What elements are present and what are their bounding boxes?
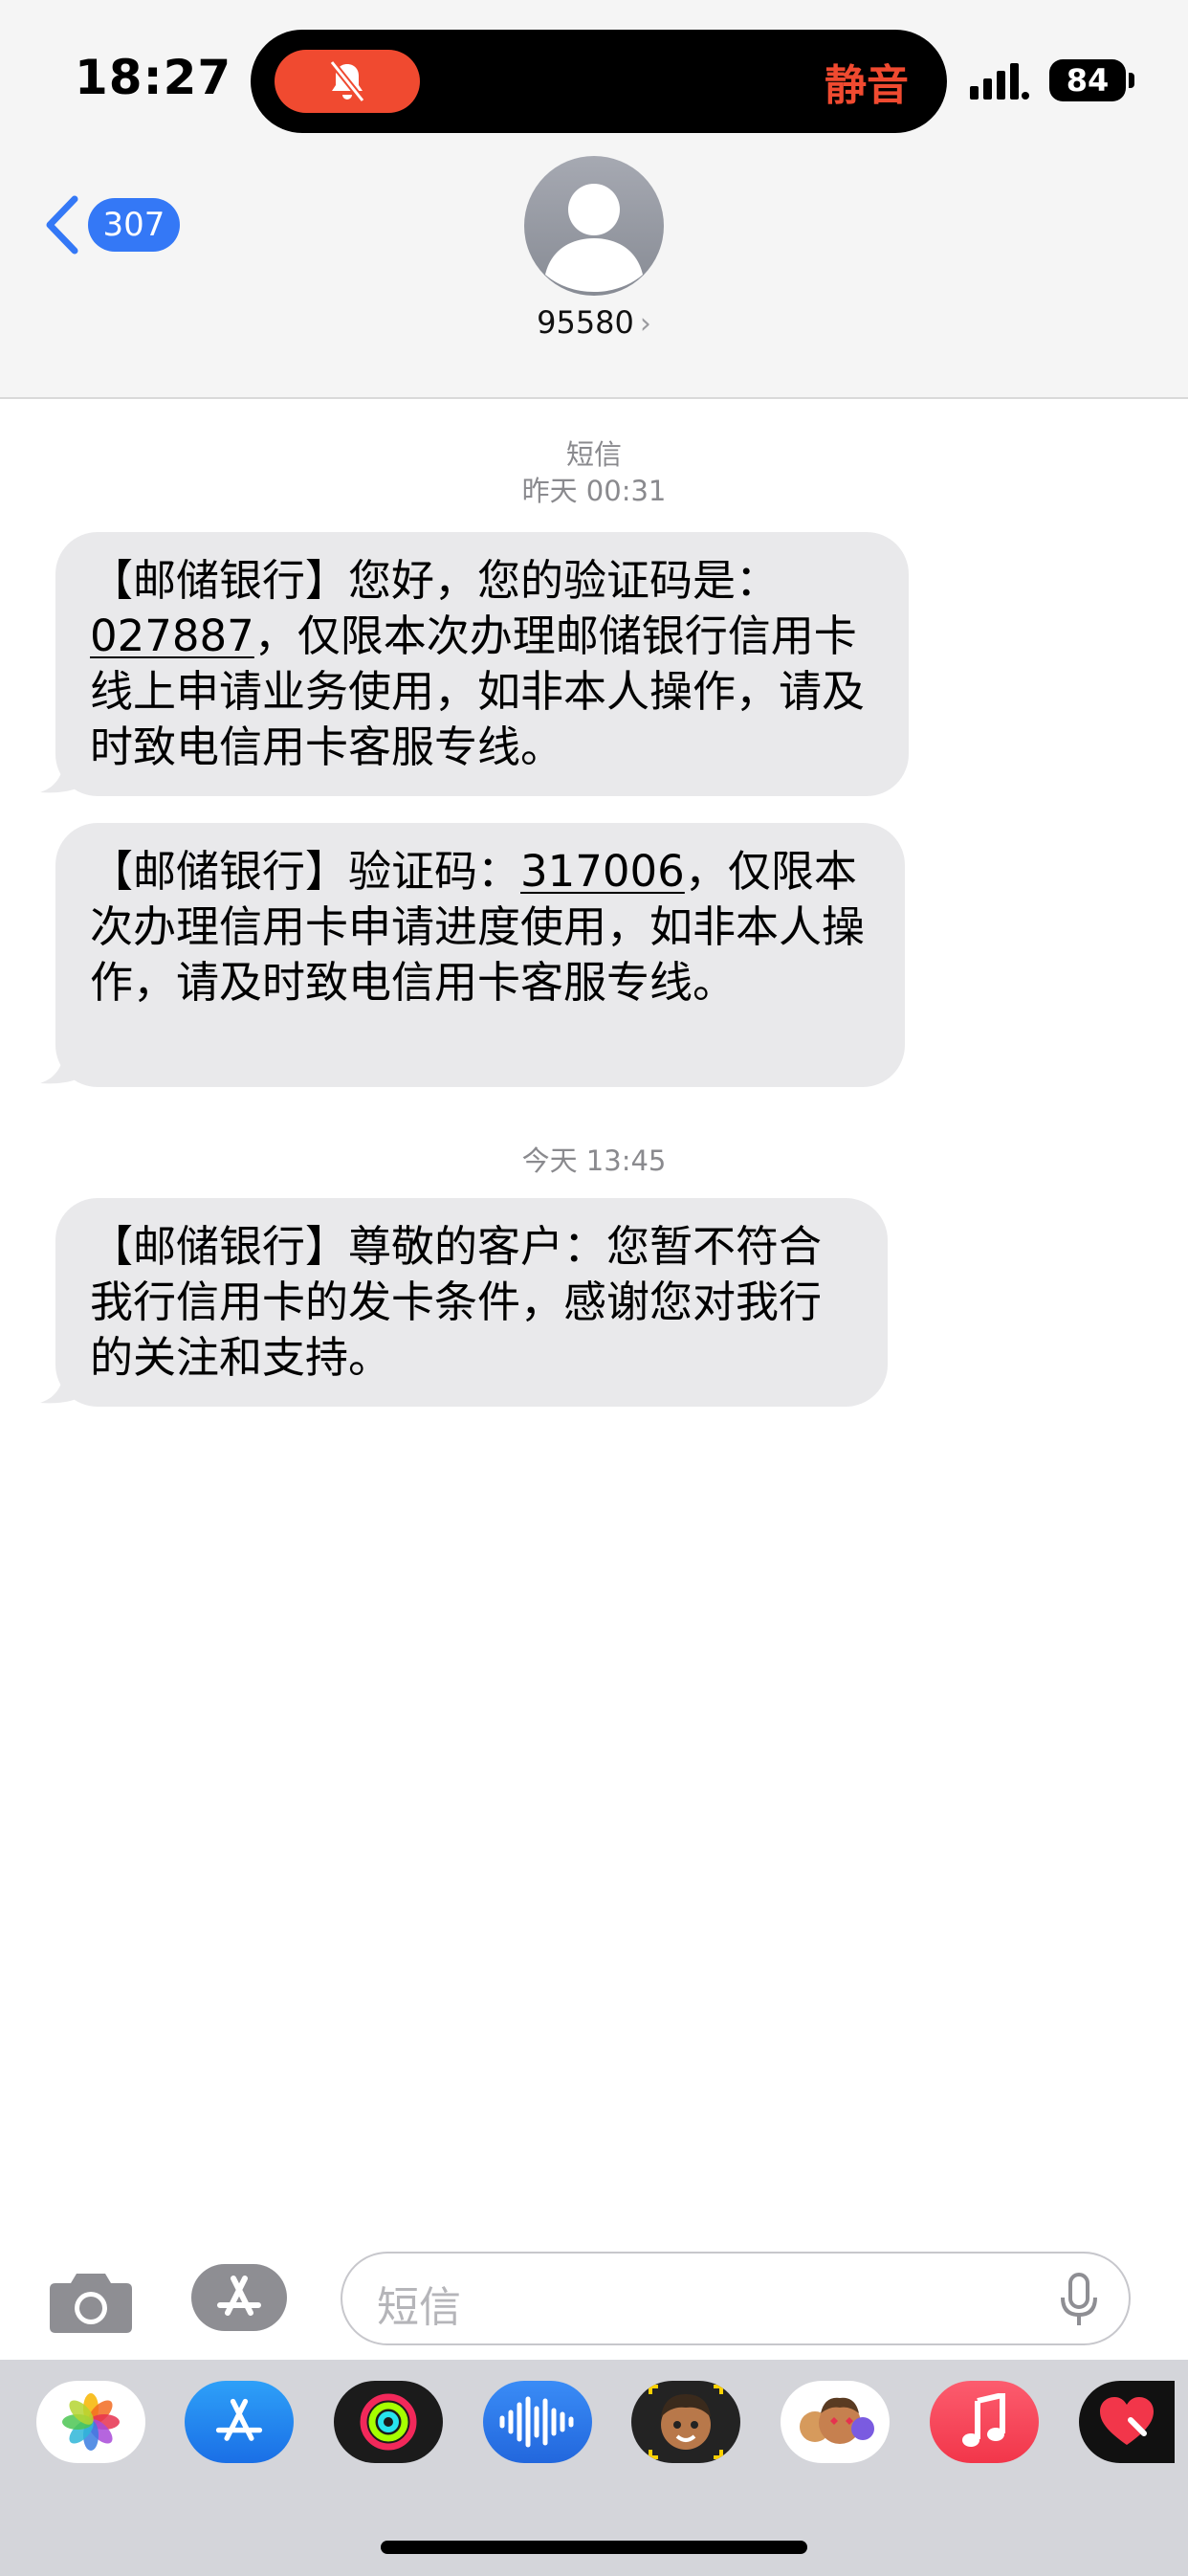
battery-indicator: 84	[1049, 59, 1126, 101]
conversation-header: 18:27 静音 84 307 95580 ›	[0, 0, 1188, 399]
message-input[interactable]: 短信	[341, 2252, 1131, 2345]
fitness-icon[interactable]	[334, 2381, 443, 2463]
status-time: 18:27	[75, 50, 232, 105]
battery-tip	[1129, 73, 1134, 88]
thread-service-label: 短信	[565, 438, 622, 471]
message-input-placeholder: 短信	[377, 2283, 461, 2332]
home-indicator[interactable]	[381, 2541, 807, 2554]
app-store-apps-button[interactable]	[191, 2264, 287, 2331]
cellular-signal-icon	[970, 63, 1029, 100]
thread-timestamp: 今天 13:45	[521, 1144, 667, 1177]
message-bubble[interactable]: 【邮储银行】您好，您的验证码是：027887，仅限本次办理邮储银行信用卡线上申请…	[55, 532, 909, 796]
camera-icon	[50, 2274, 132, 2333]
dynamic-island: 静音	[251, 30, 947, 133]
memoji-icon[interactable]	[631, 2381, 740, 2463]
music-icon[interactable]	[930, 2381, 1039, 2463]
verification-code-link[interactable]: 317006	[520, 846, 685, 897]
unread-count-badge: 307	[88, 198, 180, 252]
memoji-stickers-icon[interactable]	[781, 2381, 890, 2463]
back-button[interactable]: 307	[44, 193, 180, 256]
message-bubble[interactable]: 【邮储银行】尊敬的客户：您暂不符合我行信用卡的发卡条件，感谢您对我行的关注和支持…	[55, 1198, 888, 1407]
message-composer: 短信	[0, 2239, 1188, 2345]
chevron-left-icon	[46, 195, 78, 255]
message-text: 【邮储银行】您好，您的验证码是：	[90, 555, 780, 606]
app-store-icon[interactable]	[185, 2381, 294, 2463]
contact-avatar[interactable]	[524, 156, 664, 296]
audio-message-icon[interactable]	[483, 2381, 592, 2463]
thread-timestamp: 昨天 00:31	[521, 475, 667, 507]
contact-name-button[interactable]: 95580 ›	[0, 304, 1188, 341]
app-store-icon	[217, 2276, 261, 2316]
heart-sticker-icon[interactable]	[1079, 2381, 1175, 2463]
contact-name: 95580	[537, 304, 634, 341]
verification-code-link[interactable]: 027887	[90, 611, 254, 661]
microphone-icon[interactable]	[1058, 2273, 1100, 2328]
camera-button[interactable]	[48, 2268, 134, 2339]
silent-mode-label: 静音	[825, 61, 909, 110]
bell-slash-icon	[275, 50, 420, 113]
message-text: 【邮储银行】验证码：	[90, 846, 521, 897]
message-bubble[interactable]: 【邮储银行】验证码：317006，仅限本次办理信用卡申请进度使用，如非本人操作，…	[55, 823, 905, 1087]
person-icon	[545, 184, 643, 292]
chevron-right-icon: ›	[639, 307, 651, 341]
photos-icon[interactable]	[36, 2381, 145, 2463]
message-text: 【邮储银行】尊敬的客户：您暂不符合我行信用卡的发卡条件，感谢您对我行的关注和支持…	[90, 1221, 823, 1383]
